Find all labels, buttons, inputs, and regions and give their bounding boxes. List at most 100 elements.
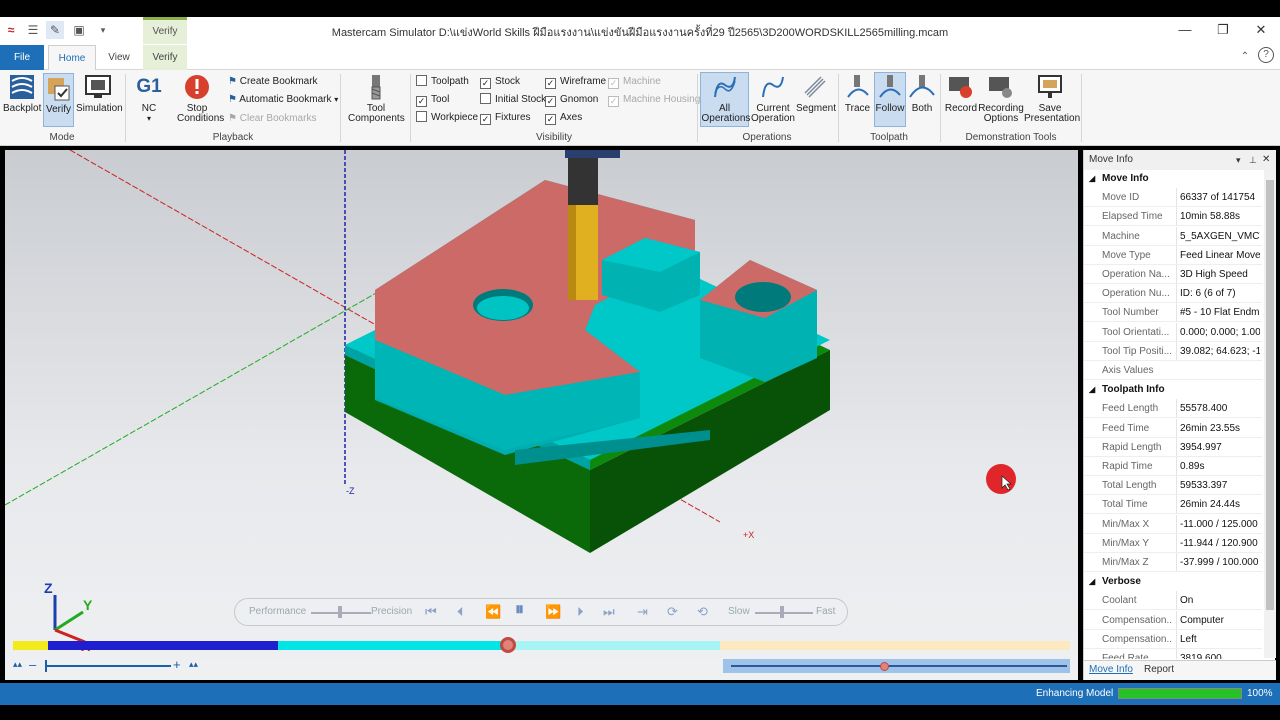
tab-move-info[interactable]: Move Info bbox=[1089, 664, 1133, 675]
property-row[interactable]: Operation Na... 3D High Speed bbox=[1084, 265, 1262, 284]
checkbox-icon[interactable]: ✓ bbox=[545, 78, 556, 89]
property-row[interactable]: Min/Max Y -11.944 / 120.900 bbox=[1084, 533, 1262, 553]
property-row[interactable]: Feed Time 26min 23.55s bbox=[1084, 418, 1262, 438]
collapse-triangle-icon[interactable]: ◢ bbox=[1089, 169, 1095, 188]
record-button[interactable]: Record bbox=[944, 73, 978, 127]
step-back-icon[interactable]: ⏴ bbox=[457, 605, 464, 619]
sub-timeline-track[interactable] bbox=[723, 659, 1070, 673]
checkbox-icon[interactable]: ✓ bbox=[480, 78, 491, 89]
timeline-scrubber[interactable] bbox=[499, 637, 516, 653]
property-row[interactable]: Move Type Feed Linear Move bbox=[1084, 245, 1262, 265]
zoom-slider-thumb[interactable] bbox=[45, 660, 47, 672]
property-row[interactable]: Axis Values bbox=[1084, 361, 1262, 380]
tab-report[interactable]: Report bbox=[1144, 664, 1174, 675]
property-row[interactable]: Total Length 59533.397 bbox=[1084, 476, 1262, 496]
panel-close-icon[interactable]: ✕ bbox=[1262, 150, 1270, 170]
help-icon[interactable]: ? bbox=[1258, 47, 1274, 63]
fast-forward-icon[interactable]: ⏩ bbox=[545, 605, 561, 619]
step-to-icon[interactable]: ⇥ bbox=[637, 605, 648, 619]
property-row[interactable]: Coolant On bbox=[1084, 591, 1262, 611]
all-operations-button[interactable]: All Operations bbox=[700, 72, 750, 127]
automatic-bookmark-button[interactable]: ⚑ Automatic Bookmark ▾ bbox=[228, 93, 338, 107]
quality-slider-thumb[interactable] bbox=[338, 606, 342, 618]
visibility-stock-checkbox[interactable]: ✓ Stock bbox=[480, 75, 520, 89]
tab-verify[interactable]: Verify bbox=[143, 45, 187, 70]
panel-scrollbar-thumb[interactable] bbox=[1266, 180, 1274, 610]
checkbox-icon[interactable] bbox=[480, 93, 491, 104]
collapse-triangle-icon[interactable]: ◢ bbox=[1089, 380, 1095, 399]
visibility-fixtures-checkbox[interactable]: ✓ Fixtures bbox=[480, 111, 531, 125]
checkbox-icon[interactable]: ✓ bbox=[480, 114, 491, 125]
visibility-initial-stock-checkbox[interactable]: Initial Stock bbox=[480, 93, 546, 107]
nc-button[interactable]: G1 NC ▾ bbox=[131, 73, 167, 127]
checkbox-icon[interactable]: ✓ bbox=[545, 114, 556, 125]
segment-button[interactable]: Segment bbox=[796, 73, 836, 127]
checkbox-icon[interactable]: ✓ bbox=[545, 96, 556, 107]
tool-components-button[interactable]: Tool Components bbox=[345, 73, 407, 127]
jump-start-icon[interactable]: ⏮ bbox=[425, 605, 437, 619]
checkbox-icon[interactable]: ✓ bbox=[416, 96, 427, 107]
tab-home[interactable]: Home bbox=[48, 45, 96, 70]
loop-icon[interactable]: ⟳ bbox=[667, 605, 678, 619]
step-forward-icon[interactable]: ⏵ bbox=[577, 605, 584, 619]
property-row[interactable]: Rapid Length 3954.997 bbox=[1084, 437, 1262, 457]
section-header[interactable]: ◢ Verbose bbox=[1084, 572, 1262, 591]
recording-options-button[interactable]: Recording Options bbox=[978, 73, 1024, 127]
pause-icon[interactable]: ⏸ bbox=[515, 600, 524, 618]
both-button[interactable]: Both bbox=[907, 73, 937, 127]
property-row[interactable]: Operation Nu... ID: 6 (6 of 7) bbox=[1084, 284, 1262, 304]
visibility-axes-checkbox[interactable]: ✓ Axes bbox=[545, 111, 582, 125]
checkbox-icon[interactable] bbox=[416, 111, 427, 122]
zoom-slider[interactable] bbox=[45, 665, 171, 667]
backplot-button[interactable]: Backplot bbox=[3, 73, 41, 125]
current-operation-button[interactable]: Current Operation bbox=[751, 73, 795, 127]
rewind-icon[interactable]: ⏪ bbox=[485, 605, 501, 619]
zoom-min-icon[interactable]: ▴▴ bbox=[13, 659, 22, 670]
panel-menu-icon[interactable]: ▾ bbox=[1236, 150, 1241, 170]
panel-scrollbar[interactable] bbox=[1264, 170, 1276, 658]
property-row[interactable]: Compensation... Computer bbox=[1084, 610, 1262, 630]
property-row[interactable]: Feed Length 55578.400 bbox=[1084, 399, 1262, 419]
jump-end-icon[interactable]: ⏭ bbox=[603, 605, 615, 619]
follow-button[interactable]: Follow bbox=[874, 72, 906, 127]
minimize-icon[interactable]: — bbox=[1172, 20, 1198, 40]
property-row[interactable]: Feed Rate 3819.600 bbox=[1084, 649, 1262, 659]
save-presentation-button[interactable]: Save Presentation bbox=[1024, 73, 1080, 127]
visibility-tool-checkbox[interactable]: ✓ Tool bbox=[416, 93, 449, 107]
create-bookmark-button[interactable]: ⚑ Create Bookmark bbox=[228, 75, 318, 89]
zoom-in-icon[interactable]: + bbox=[173, 657, 181, 672]
property-row[interactable]: Tool Orientati... 0.000; 0.000; 1.000 bbox=[1084, 322, 1262, 342]
property-row[interactable]: Total Time 26min 24.44s bbox=[1084, 495, 1262, 515]
visibility-gnomon-checkbox[interactable]: ✓ Gnomon bbox=[545, 93, 598, 107]
visibility-workpiece-checkbox[interactable]: Workpiece bbox=[416, 111, 478, 125]
trace-button[interactable]: Trace bbox=[842, 73, 873, 127]
pin-icon[interactable]: ⊥ bbox=[1249, 150, 1257, 170]
reverse-loop-icon[interactable]: ⟲ bbox=[697, 605, 708, 619]
property-row[interactable]: Tool Number #5 - 10 Flat Endmill bbox=[1084, 303, 1262, 323]
zoom-max-icon[interactable]: ▴▴ bbox=[189, 659, 198, 670]
timeline-track[interactable] bbox=[13, 637, 1070, 653]
simulation-button[interactable]: Simulation bbox=[76, 73, 123, 125]
property-row[interactable]: Elapsed Time 10min 58.88s bbox=[1084, 207, 1262, 227]
zoom-out-icon[interactable]: – bbox=[29, 657, 36, 672]
collapse-ribbon-icon[interactable]: ⌃ bbox=[1236, 48, 1254, 66]
property-row[interactable]: Machine 5_5AXGEN_VMCTTA bbox=[1084, 226, 1262, 246]
tab-view[interactable]: View bbox=[100, 45, 138, 70]
visibility-wireframe-checkbox[interactable]: ✓ Wireframe bbox=[545, 75, 606, 89]
section-header[interactable]: ◢ Toolpath Info bbox=[1084, 380, 1262, 399]
restore-icon[interactable]: ❐ bbox=[1210, 20, 1236, 40]
property-row[interactable]: Move ID 66337 of 141754 bbox=[1084, 188, 1262, 208]
property-row[interactable]: Tool Tip Positi... 39.082; 64.623; -16. bbox=[1084, 341, 1262, 361]
collapse-triangle-icon[interactable]: ◢ bbox=[1089, 572, 1095, 591]
property-row[interactable]: Rapid Time 0.89s bbox=[1084, 457, 1262, 476]
close-icon[interactable]: ✕ bbox=[1248, 20, 1274, 40]
speed-slider-thumb[interactable] bbox=[780, 606, 784, 618]
property-row[interactable]: Compensation... Left bbox=[1084, 629, 1262, 649]
sub-timeline-scrubber[interactable] bbox=[880, 662, 889, 671]
speed-slider[interactable] bbox=[755, 612, 813, 614]
visibility-toolpath-checkbox[interactable]: Toolpath bbox=[416, 75, 469, 89]
property-row[interactable]: Min/Max X -11.000 / 125.000 bbox=[1084, 514, 1262, 534]
verify-button[interactable]: Verify bbox=[43, 73, 74, 127]
section-header[interactable]: ◢ Move Info bbox=[1084, 169, 1262, 188]
property-row[interactable]: Min/Max Z -37.999 / 100.000 bbox=[1084, 553, 1262, 572]
